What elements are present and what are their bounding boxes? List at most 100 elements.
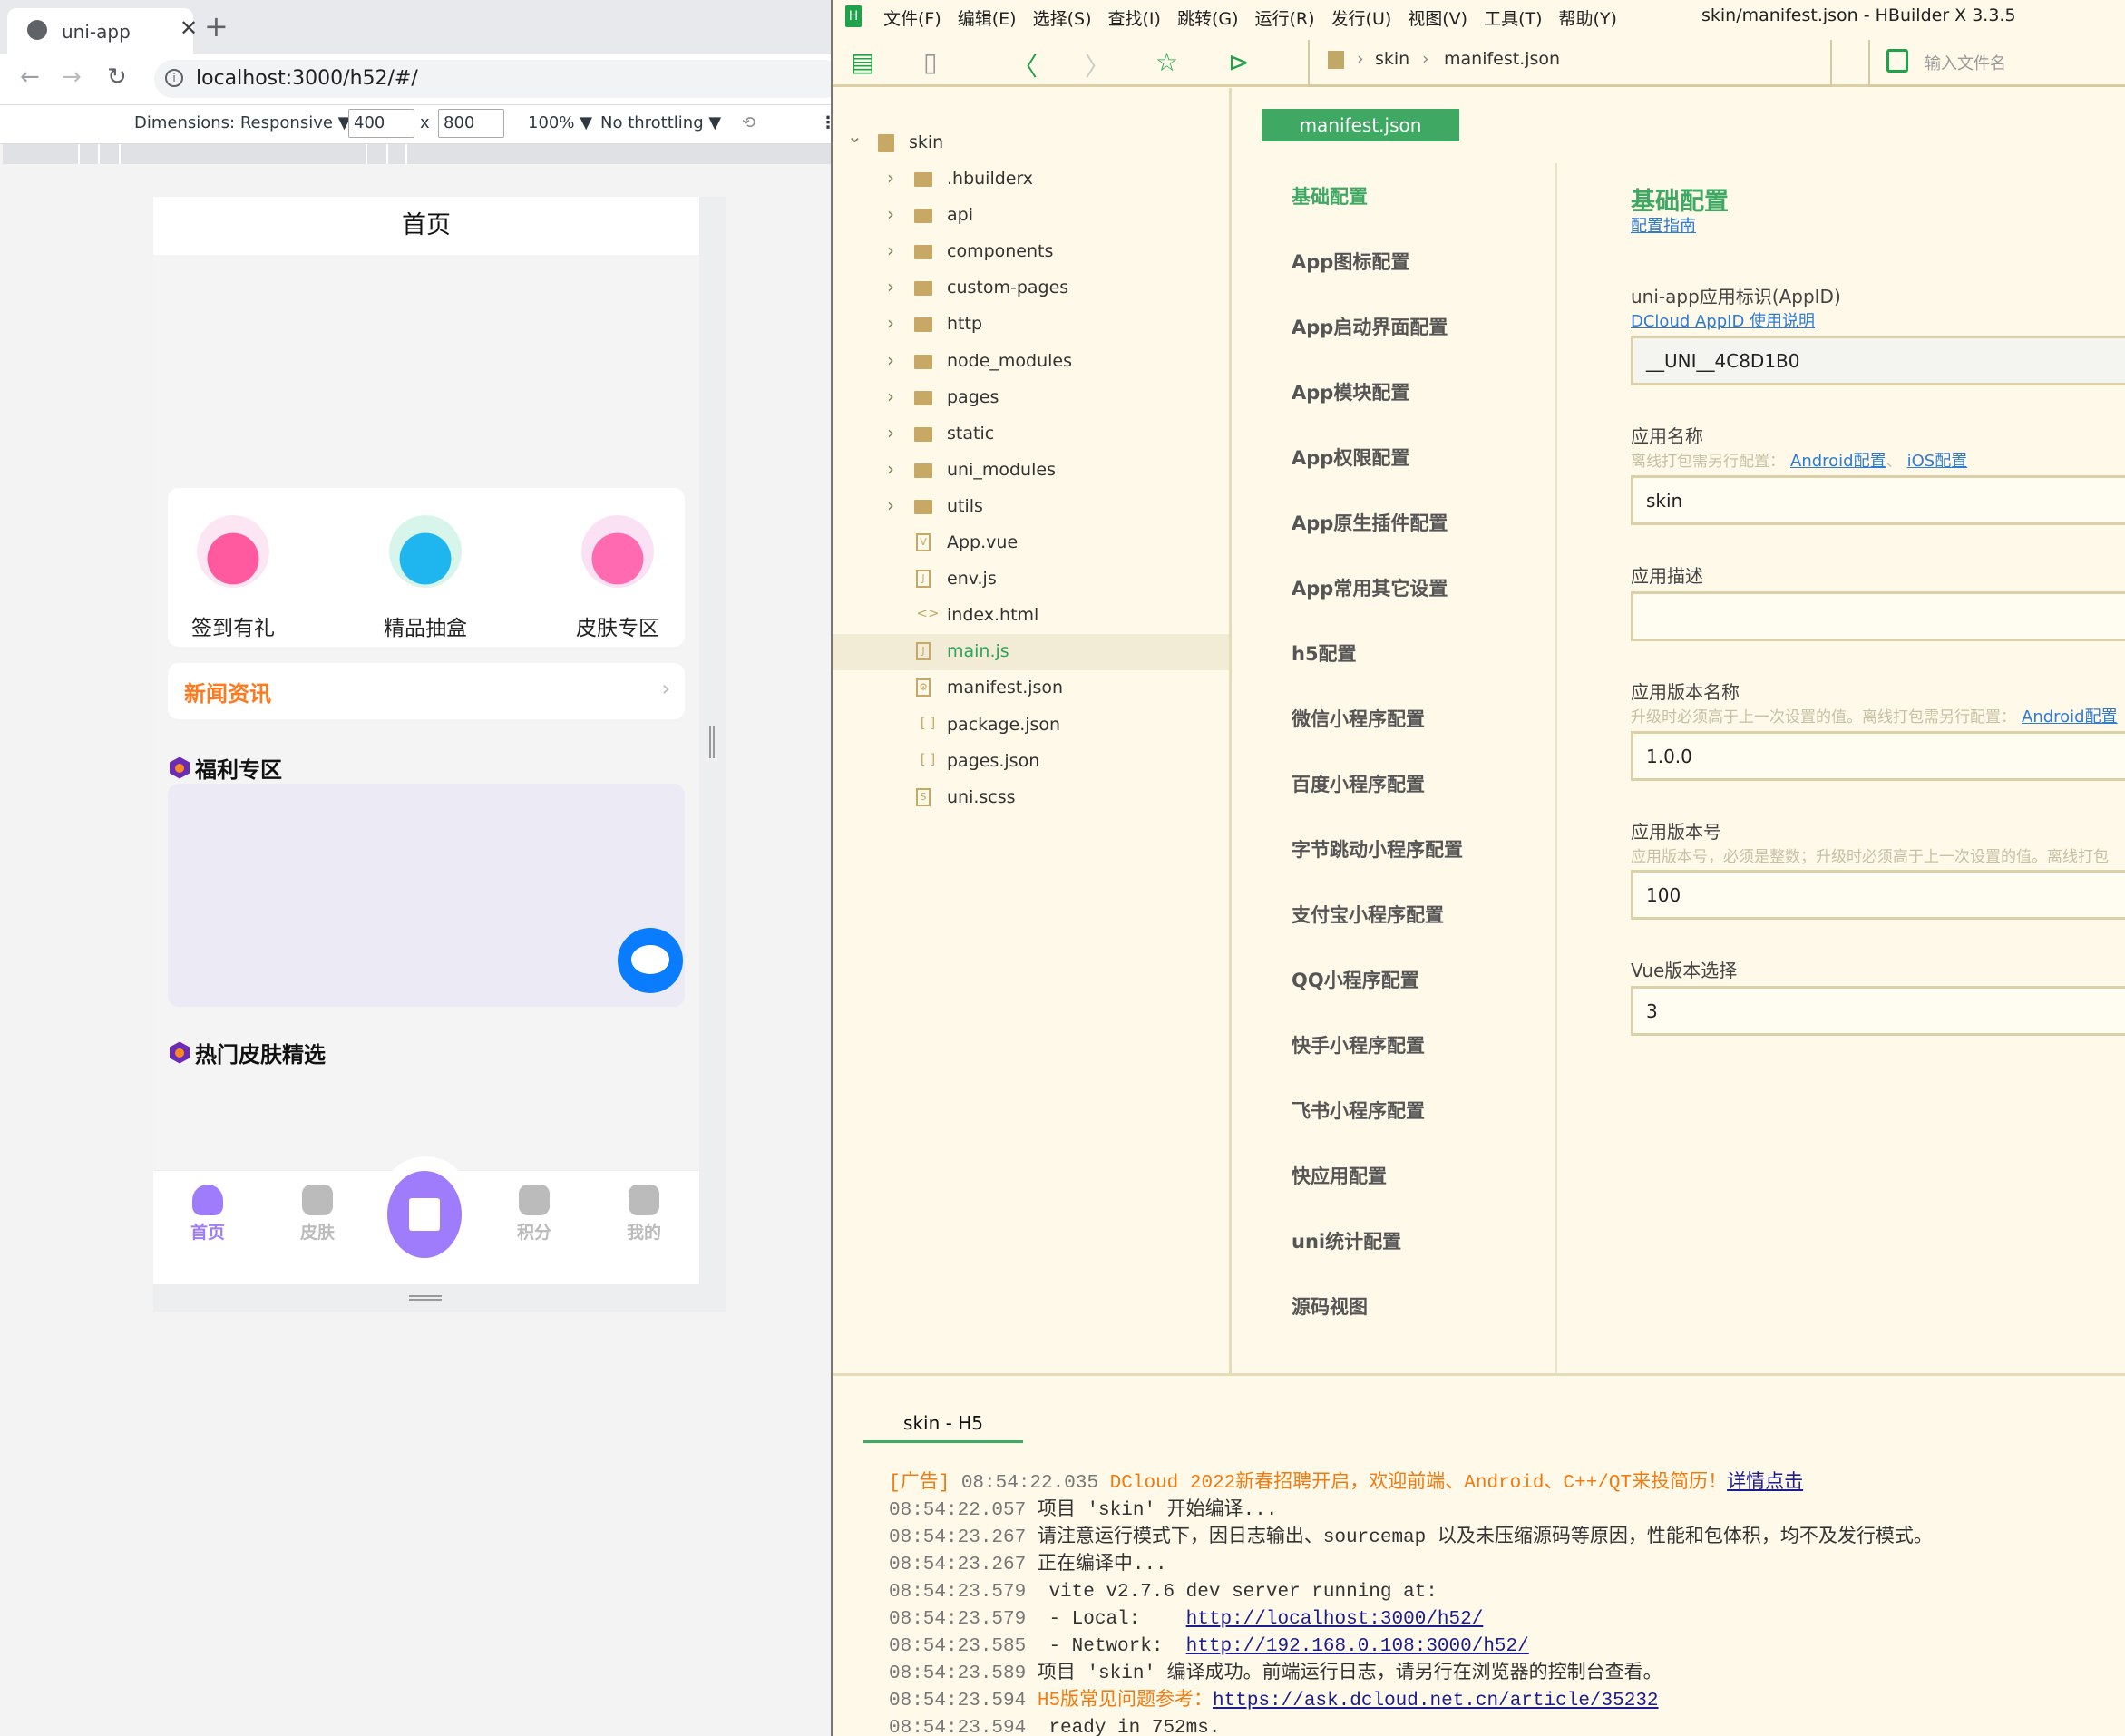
field-help-link[interactable]: Android配置	[1790, 452, 1886, 471]
field-input[interactable]: 100	[1631, 870, 2125, 920]
nav-item[interactable]: App原生插件配置	[1292, 509, 1448, 536]
nav-item[interactable]: App图标配置	[1292, 248, 1409, 275]
file-search[interactable]: 输入文件名	[1868, 40, 2125, 87]
close-tab-icon[interactable]: ✕	[180, 15, 198, 41]
nav-item[interactable]: 微信小程序配置	[1292, 705, 1425, 732]
tree-item[interactable]: Jmain.js	[833, 634, 1229, 671]
nav-item[interactable]: 百度小程序配置	[1292, 770, 1425, 797]
forward-icon[interactable]: →	[62, 63, 82, 91]
field-input[interactable]: skin	[1631, 475, 2125, 525]
resize-handle-icon[interactable]	[409, 1295, 442, 1301]
url-text[interactable]: localhost:3000/h52/#/	[196, 67, 418, 90]
tree-item[interactable]: [ ] pages.json	[833, 744, 1229, 780]
tree-item[interactable]: › components	[833, 234, 1229, 270]
menu-item[interactable]: 文件(F)	[883, 5, 941, 30]
menu-item[interactable]: 发行(U)	[1331, 5, 1392, 30]
nav-item[interactable]: 字节跳动小程序配置	[1292, 835, 1463, 863]
info-icon[interactable]: i	[165, 69, 183, 87]
menu-item[interactable]: 帮助(Y)	[1559, 5, 1617, 30]
tree-item[interactable]: › custom-pages	[833, 270, 1229, 307]
nav-item[interactable]: App模块配置	[1292, 378, 1409, 405]
run-icon[interactable]: ⊳	[1228, 47, 1249, 77]
tree-root[interactable]: ⌄ skin	[833, 125, 1229, 161]
chevron-right-icon[interactable]: ›	[887, 239, 894, 261]
tree-item[interactable]: › api	[833, 198, 1229, 234]
menu-item[interactable]: 编辑(E)	[958, 5, 1017, 30]
field-help-link[interactable]: Android配置	[2022, 707, 2118, 727]
chevron-right-icon[interactable]: ›	[887, 349, 894, 371]
nav-item[interactable]: App启动界面配置	[1292, 313, 1448, 340]
chevron-right-icon[interactable]: ›	[887, 203, 894, 225]
menu-item[interactable]: 选择(S)	[1033, 5, 1092, 30]
side-resize-handle[interactable]	[709, 726, 715, 758]
menu-item[interactable]: 视图(V)	[1408, 5, 1467, 30]
nav-item[interactable]: 快手小程序配置	[1292, 1031, 1425, 1058]
grid-item[interactable]: 皮肤专区	[545, 488, 690, 647]
rotate-icon[interactable]: ⟲	[742, 113, 755, 132]
center-box-button[interactable]	[387, 1171, 462, 1258]
zoom-select[interactable]: 100% ▼	[528, 113, 592, 132]
url-bar[interactable]: i localhost:3000/h52/#/	[154, 60, 831, 98]
console-link[interactable]: http://localhost:3000/h52/	[1186, 1609, 1484, 1630]
nav-item[interactable]: 源码视图	[1292, 1292, 1368, 1320]
tab-3[interactable]: 积分	[498, 1185, 570, 1243]
breadcrumb-item[interactable]: skin	[1375, 49, 1409, 69]
tree-item[interactable]: › pages	[833, 380, 1229, 416]
tree-item[interactable]: › .hbuilderx	[833, 161, 1229, 198]
chevron-right-icon[interactable]: ›	[887, 458, 894, 480]
grid-item[interactable]: 签到有礼	[161, 488, 306, 647]
grid-item[interactable]: 精品抽盒	[353, 488, 498, 647]
config-guide-link[interactable]: 配置指南	[1631, 217, 1696, 236]
save-icon[interactable]: ▯	[923, 47, 937, 77]
tab-1[interactable]: 首页	[171, 1185, 244, 1243]
forward-icon[interactable]: 〉	[1085, 47, 1110, 83]
tree-item[interactable]: Suni.scss	[833, 780, 1229, 816]
tab-2[interactable]: 皮肤	[281, 1185, 354, 1243]
console-link[interactable]: http://192.168.0.108:3000/h52/	[1186, 1636, 1529, 1657]
nav-item[interactable]: App权限配置	[1292, 444, 1409, 471]
nav-item[interactable]: h5配置	[1292, 639, 1357, 667]
nav-item[interactable]: App常用其它设置	[1292, 574, 1448, 601]
nav-item[interactable]: 快应用配置	[1292, 1162, 1387, 1189]
tree-item[interactable]: › uni_modules	[833, 453, 1229, 489]
news-entry[interactable]: 新闻资讯 ›	[168, 663, 685, 719]
chevron-right-icon[interactable]: ›	[887, 276, 894, 297]
chat-button[interactable]	[618, 928, 683, 993]
dimensions-select[interactable]: Dimensions: Responsive ▼	[134, 113, 351, 132]
browser-tab[interactable]: uni-app ✕	[7, 8, 198, 54]
chevron-down-icon[interactable]: ⌄	[847, 125, 863, 147]
chevron-right-icon[interactable]: ›	[887, 312, 894, 334]
nav-item[interactable]: QQ小程序配置	[1292, 966, 1419, 993]
menu-item[interactable]: 运行(R)	[1255, 5, 1315, 30]
editor-tab-manifest[interactable]: manifest.json	[1262, 109, 1459, 141]
breadcrumb-item[interactable]: manifest.json	[1444, 49, 1560, 69]
height-input[interactable]: 800	[438, 109, 504, 138]
console-link[interactable]: 详情点击	[1727, 1473, 1803, 1494]
reload-icon[interactable]: ↻	[107, 63, 127, 91]
back-icon[interactable]: 〈	[1012, 47, 1038, 83]
new-file-icon[interactable]: ▤	[851, 47, 874, 77]
field-input[interactable]: 3	[1631, 986, 2125, 1036]
more-icon[interactable]: ⋮	[820, 113, 831, 132]
field-input[interactable]: __UNI__4C8D1B0	[1631, 336, 2125, 385]
console-tab[interactable]: skin - H5	[863, 1412, 1023, 1443]
tree-item[interactable]: <> index.html	[833, 598, 1229, 634]
media-query-bar[interactable]	[3, 144, 831, 164]
field-help-link[interactable]: iOS配置	[1907, 452, 1968, 471]
menu-item[interactable]: 工具(T)	[1484, 5, 1542, 30]
menu-item[interactable]: 跳转(G)	[1177, 5, 1239, 30]
tree-item[interactable]: › utils	[833, 489, 1229, 525]
chevron-right-icon[interactable]: ›	[887, 494, 894, 516]
field-help-link[interactable]: DCloud AppID 使用说明	[1631, 312, 1815, 331]
chevron-right-icon[interactable]: ›	[887, 167, 894, 189]
menu-item[interactable]: 查找(I)	[1108, 5, 1161, 30]
chevron-right-icon[interactable]: ›	[887, 385, 894, 407]
tree-item[interactable]: › node_modules	[833, 344, 1229, 380]
back-icon[interactable]: ←	[20, 63, 40, 91]
welfare-banner[interactable]	[168, 784, 685, 1007]
tree-item[interactable]: ⚙ manifest.json	[833, 670, 1229, 707]
tree-item[interactable]: › http	[833, 307, 1229, 343]
nav-item[interactable]: uni统计配置	[1292, 1227, 1401, 1254]
tree-item[interactable]: [ ] package.json	[833, 707, 1229, 744]
nav-item[interactable]: 基础配置	[1292, 182, 1368, 210]
